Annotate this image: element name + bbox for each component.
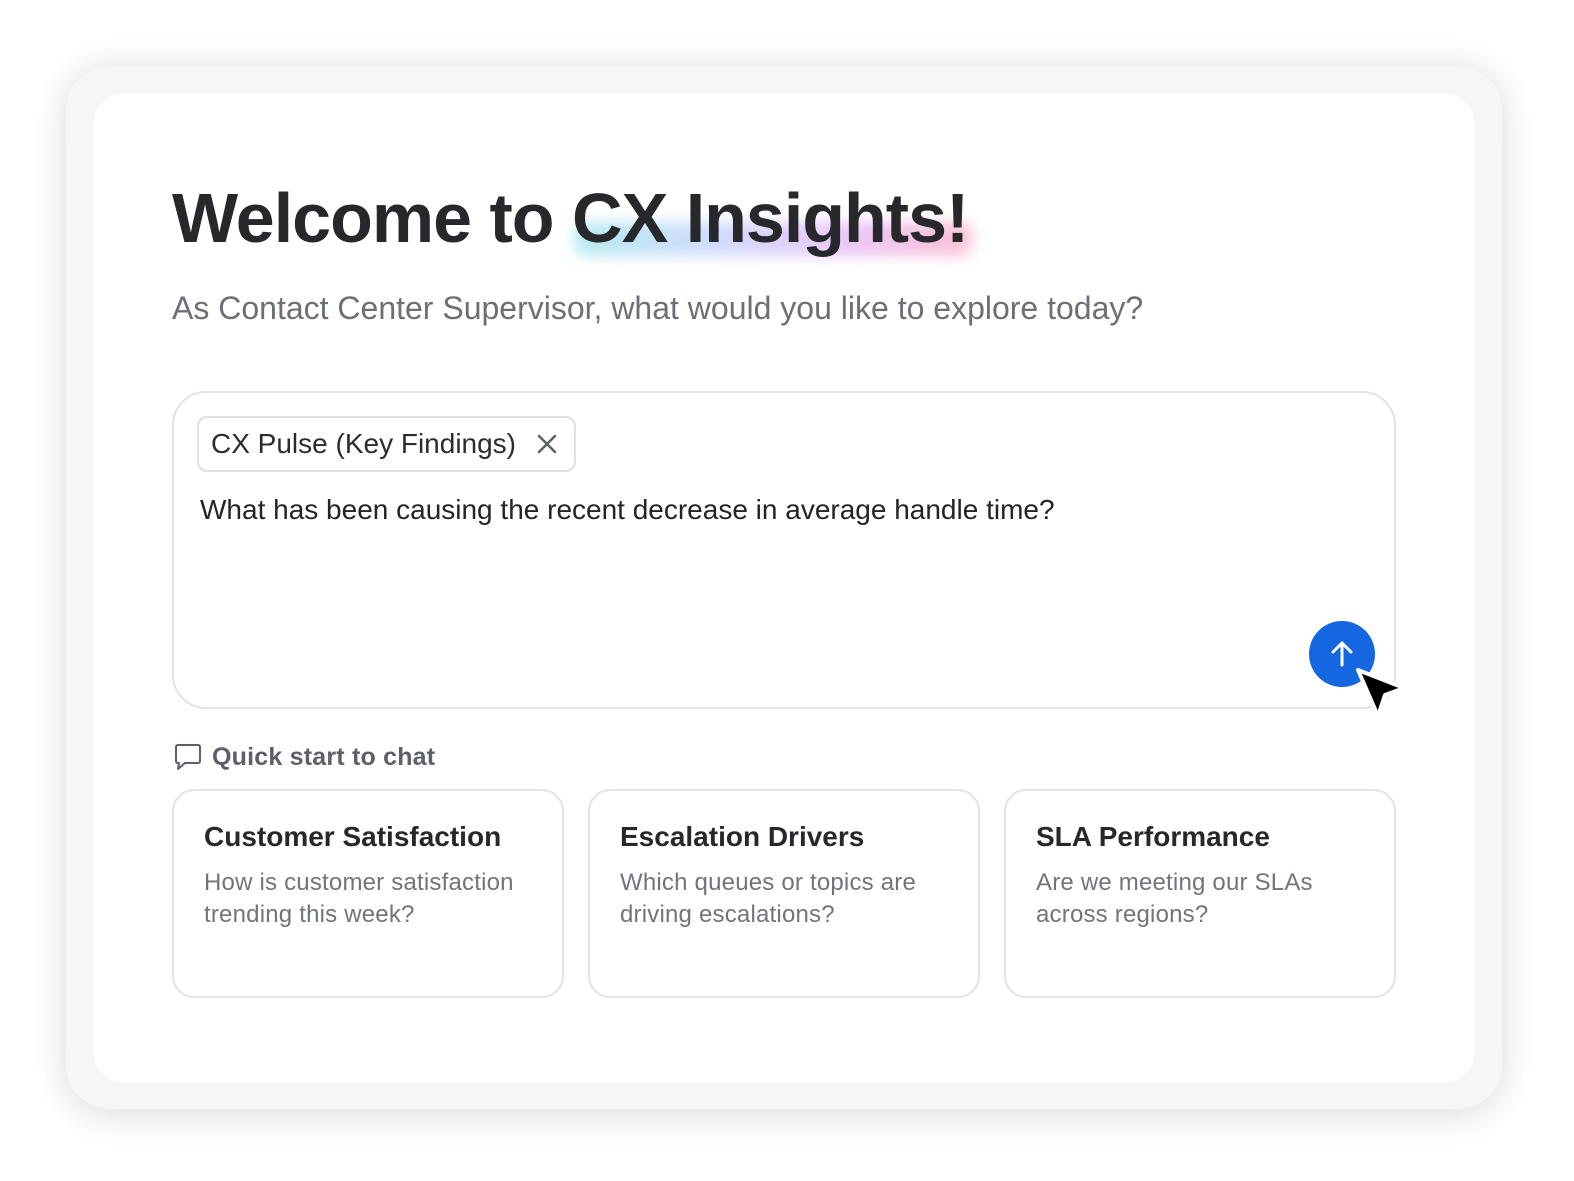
quick-start-label: Quick start to chat bbox=[212, 742, 436, 771]
card-description: How is customer satisfaction trending th… bbox=[204, 869, 514, 928]
close-icon[interactable] bbox=[534, 431, 560, 457]
quick-start-card-sla-performance[interactable]: SLA Performance Are we meeting our SLAs … bbox=[1004, 789, 1396, 998]
title-brand-text: CX Insights! bbox=[572, 179, 969, 257]
mouse-pointer-icon bbox=[1356, 668, 1406, 718]
quick-start-heading: Quick start to chat bbox=[172, 740, 435, 774]
page-title: Welcome to CX Insights! bbox=[172, 176, 973, 260]
quick-start-cards: Customer Satisfaction How is customer sa… bbox=[172, 789, 1396, 998]
title-brand: CX Insights! bbox=[572, 176, 973, 260]
context-chip: CX Pulse (Key Findings) bbox=[197, 416, 577, 472]
chat-composer[interactable]: CX Pulse (Key Findings) What has been ca… bbox=[172, 391, 1396, 709]
quick-start-card-customer-satisfaction[interactable]: Customer Satisfaction How is customer sa… bbox=[172, 789, 564, 998]
card-description: Are we meeting our SLAs across regions? bbox=[1036, 869, 1313, 928]
context-chip-label: CX Pulse (Key Findings) bbox=[211, 428, 517, 459]
card-title: SLA Performance bbox=[1036, 821, 1270, 852]
card-description: Which queues or topics are driving escal… bbox=[620, 869, 917, 928]
title-prefix: Welcome to bbox=[172, 179, 555, 257]
prompt-input[interactable]: What has been causing the recent decreas… bbox=[200, 491, 1350, 529]
card-title: Escalation Drivers bbox=[620, 821, 865, 852]
page-subtitle: As Contact Center Supervisor, what would… bbox=[172, 290, 1144, 326]
quick-start-card-escalation-drivers[interactable]: Escalation Drivers Which queues or topic… bbox=[588, 789, 980, 998]
card-title: Customer Satisfaction bbox=[204, 821, 502, 852]
chat-bubble-icon bbox=[175, 744, 201, 770]
